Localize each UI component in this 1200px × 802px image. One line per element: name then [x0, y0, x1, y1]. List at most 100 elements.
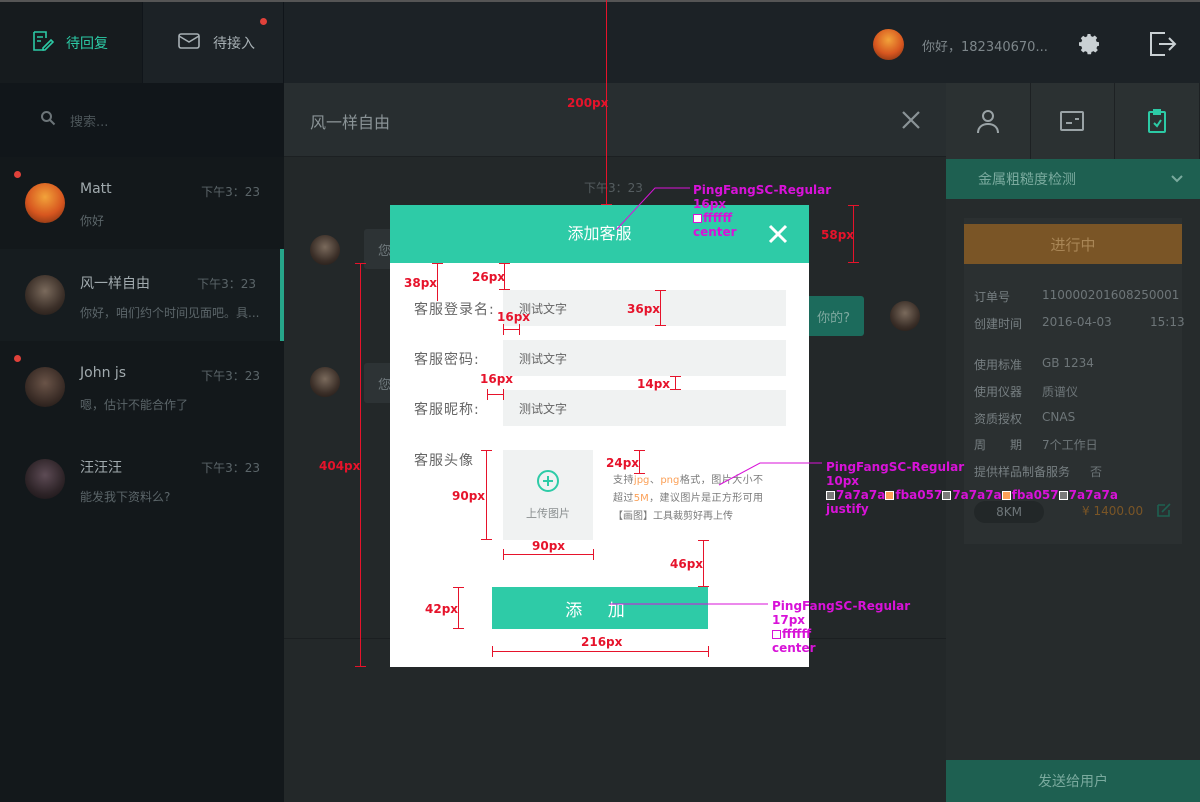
color-swatch: [826, 491, 835, 500]
field-value: 7个工作日: [1042, 438, 1098, 452]
spec-color-value: ffffff: [703, 211, 733, 225]
spec-colors: 7a7a7a fba057 7a7a7a fba057 7a7a7a: [826, 488, 1118, 502]
dimension-cap: [503, 549, 504, 560]
upload-image-button[interactable]: 上传图片: [503, 450, 593, 540]
dimension-line: [487, 394, 503, 395]
hint-format-png: png: [660, 475, 680, 486]
color-swatch: [1058, 491, 1068, 500]
order-field: 资质授权 CNAS: [974, 410, 1075, 427]
hint-format-jpg: jpg: [633, 475, 650, 486]
spec-font: PingFangSC-Regular: [826, 460, 965, 474]
dimension-cap: [453, 628, 464, 629]
contact-item[interactable]: John js 下午3：23 嗯，估计不能合作了: [0, 341, 284, 433]
spec-size: 16px: [693, 197, 727, 211]
contact-time: 下午3：23: [197, 277, 256, 291]
dimension-cap: [355, 666, 366, 667]
dimension-cap: [499, 289, 510, 290]
spec-size: 17px: [772, 613, 806, 627]
tab-pending-reply[interactable]: 待回复: [0, 2, 142, 83]
contact-last-message: 嗯，估计不能合作了: [80, 398, 189, 412]
chat-title: 风一样自由: [310, 113, 391, 132]
edit-icon[interactable]: [1156, 502, 1172, 518]
dimension-line: [486, 450, 487, 540]
spec-color: ffffff: [693, 211, 831, 225]
send-to-user-button[interactable]: 发送给用户: [946, 760, 1200, 802]
order-field: 使用仪器 质谱仪: [974, 383, 1078, 400]
nickname-field[interactable]: [503, 390, 786, 426]
dimension-line: [703, 540, 704, 586]
search-input[interactable]: 搜索...: [70, 111, 108, 130]
hint-text: 、: [649, 475, 661, 486]
dimension-label: 404px: [319, 459, 361, 473]
dimension-line: [492, 651, 708, 652]
avatar[interactable]: [873, 29, 904, 60]
contact-last-message: 能发我下资料么?: [80, 490, 171, 504]
dimension-label: 200px: [567, 96, 609, 110]
settings-icon[interactable]: [1078, 32, 1102, 56]
field-value: 2016-04-03: [1042, 315, 1112, 329]
reply-edit-icon: [30, 29, 55, 57]
spec-color-value: ffffff: [782, 627, 812, 641]
dimension-cap: [670, 376, 681, 377]
dimension-cap: [670, 389, 681, 390]
search-icon: [40, 110, 56, 130]
order-field: 周 期 7个工作日: [974, 436, 1098, 453]
upload-label: 上传图片: [526, 507, 570, 520]
dimension-label: 216px: [581, 635, 623, 649]
dimension-label: 90px: [532, 539, 566, 553]
dimension-cap: [432, 263, 443, 264]
dimension-label: 46px: [670, 557, 704, 571]
dimension-cap: [698, 586, 709, 587]
dimension-cap: [453, 587, 464, 588]
spec-size: 10px: [826, 474, 860, 488]
dimension-line: [503, 329, 519, 330]
dimension-cap: [848, 205, 859, 206]
field-label: 资质授权: [974, 412, 1023, 426]
dimension-cap: [634, 450, 645, 451]
nickname-label: 客服昵称:: [414, 402, 480, 418]
password-field[interactable]: [503, 340, 786, 376]
dimension-cap: [634, 473, 645, 474]
avatar: [890, 301, 920, 331]
logout-icon[interactable]: [1147, 29, 1177, 59]
title-spec: PingFangSC-Regular 16px ffffff center: [693, 183, 831, 239]
dimension-cap: [708, 646, 709, 657]
card-icon[interactable]: [1030, 83, 1116, 159]
contact-item[interactable]: 风一样自由 下午3：23 你好，咱们约个时间见面吧。具...: [0, 249, 284, 341]
avatar: [25, 367, 65, 407]
status-button[interactable]: 进行中: [964, 224, 1182, 264]
dimension-cap: [655, 325, 666, 326]
add-button[interactable]: 添 加: [492, 587, 708, 629]
dropdown-label: 金属粗糙度检测: [978, 172, 1076, 188]
close-icon[interactable]: [900, 109, 922, 131]
contact-item[interactable]: 汪汪汪 下午3：23 能发我下资料么?: [0, 433, 284, 525]
spec-color-value: 7a7a7a: [1068, 488, 1118, 502]
search-bar[interactable]: 搜索...: [0, 83, 284, 157]
dimension-line: [660, 290, 661, 326]
service-dropdown[interactable]: 金属粗糙度检测: [946, 159, 1200, 199]
tab-pending-access[interactable]: 待接入: [142, 2, 284, 83]
contact-item[interactable]: Matt 下午3：23 你好: [0, 157, 284, 249]
dimension-cap: [593, 549, 594, 560]
field-label: 使用仪器: [974, 385, 1023, 399]
dimension-cap: [655, 290, 666, 291]
spec-color-value: 7a7a7a: [952, 488, 1002, 502]
user-icon[interactable]: [946, 83, 1031, 159]
avatar: [25, 183, 65, 223]
right-tab-bar: [946, 83, 1200, 159]
page: 待回复 待接入 你好，182340670... 搜索... Matt 下午3：2…: [0, 0, 1200, 802]
order-detail-panel: 金属粗糙度检测 进行中 订单号 110000201608250001 创建时间 …: [946, 83, 1200, 802]
dimension-line: [675, 376, 676, 390]
dimension-cap: [487, 389, 488, 400]
user-greeting: 你好，182340670...: [922, 40, 1048, 55]
dimension-label: 26px: [472, 270, 506, 284]
order-field: 订单号 110000201608250001: [974, 288, 1179, 305]
avatar: [25, 459, 65, 499]
upload-hint: 支持jpg、png格式，图片大小不超过5M，建议图片是正方形可用【画图】工具裁剪…: [613, 472, 763, 526]
dimension-cap: [492, 646, 493, 657]
contact-time: 下午3：23: [201, 461, 260, 475]
contact-last-message: 你好: [80, 214, 105, 228]
clipboard-icon[interactable]: [1115, 83, 1200, 159]
login-name-label: 客服登录名:: [414, 302, 495, 318]
dimension-cap: [355, 263, 366, 264]
